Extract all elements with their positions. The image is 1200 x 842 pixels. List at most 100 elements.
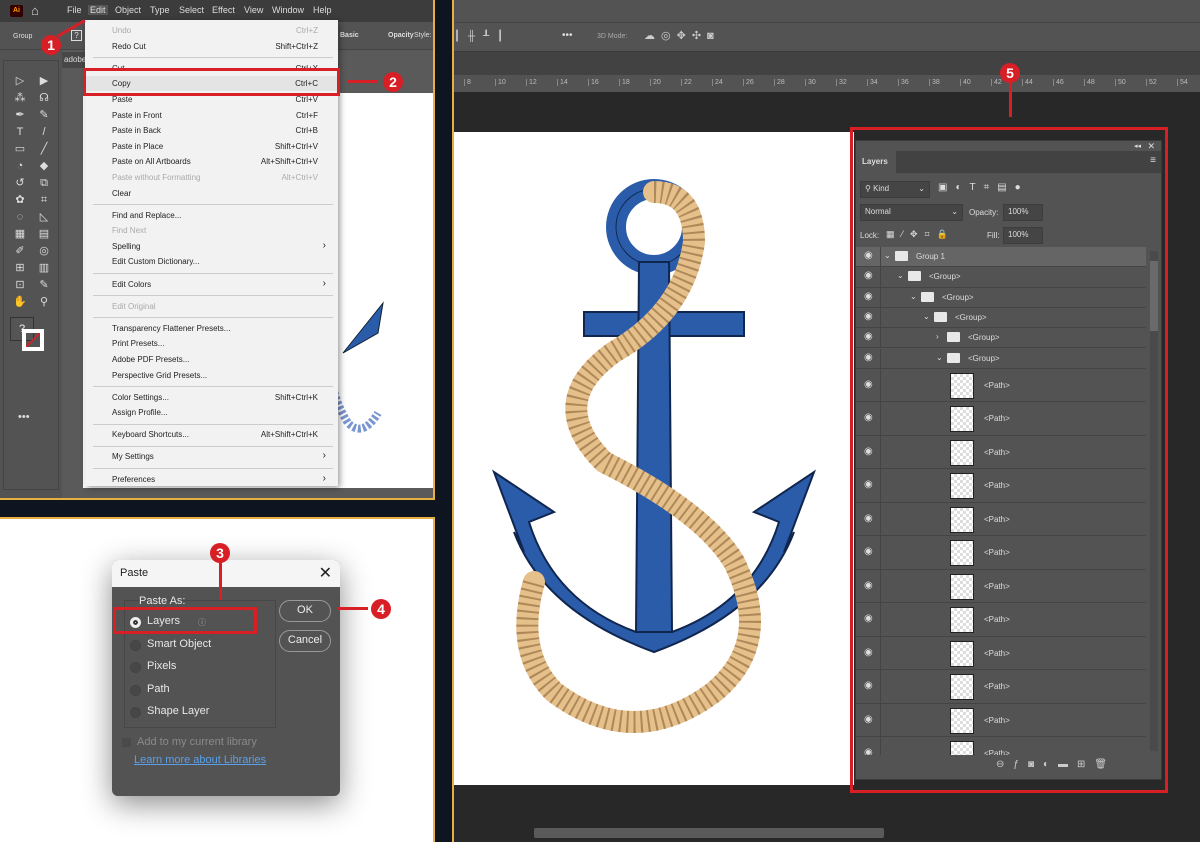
ruler-tick: 34 bbox=[867, 79, 878, 86]
symbol-sprayer-tool-icon[interactable]: ⊞ bbox=[12, 260, 28, 276]
menu-item-paste-in-back[interactable]: Paste in Back Ctrl+B bbox=[85, 123, 338, 138]
horizontal-scrollbar[interactable] bbox=[534, 828, 884, 838]
pen-tool-icon[interactable]: ✒ bbox=[12, 107, 28, 123]
menu-item-redo-cut[interactable]: Redo Cut Shift+Ctrl+Z bbox=[85, 39, 338, 54]
paintbrush-tool-icon[interactable]: ╱ bbox=[36, 141, 52, 157]
artboard-tool-icon[interactable]: ⊡ bbox=[12, 277, 28, 293]
3d-mode-icons[interactable]: ☁◎✥✣◙ bbox=[644, 29, 720, 42]
menu-item-assign-profile[interactable]: Assign Profile... bbox=[85, 405, 338, 420]
menu-type[interactable]: Type bbox=[150, 5, 170, 15]
chevron-right-icon: › bbox=[322, 450, 326, 462]
ruler-tick: 32 bbox=[836, 79, 847, 86]
menu-item-label: Assign Profile... bbox=[112, 408, 168, 418]
close-icon[interactable]: ✕ bbox=[319, 563, 332, 583]
menu-item-color-settings[interactable]: Color Settings... Shift+Ctrl+K bbox=[85, 390, 338, 405]
magic-wand-tool-icon[interactable]: ⁂ bbox=[12, 90, 28, 106]
shape-builder-tool-icon[interactable]: ◌ bbox=[12, 209, 28, 225]
menu-object[interactable]: Object bbox=[115, 5, 141, 15]
step-badge-5: 5 bbox=[1000, 63, 1020, 83]
gradient-tool-icon[interactable]: ▤ bbox=[36, 226, 52, 242]
radio-shape-layer[interactable] bbox=[130, 707, 141, 718]
libraries-link[interactable]: Learn more about Libraries bbox=[134, 754, 266, 766]
puppet-warp-tool-icon[interactable]: ✿ bbox=[12, 192, 28, 208]
menu-separator bbox=[93, 445, 333, 447]
radio-path[interactable] bbox=[130, 684, 141, 696]
edit-toolbar-icon[interactable]: ••• bbox=[18, 411, 30, 423]
eyedropper-tool-icon[interactable]: ✐ bbox=[12, 243, 28, 259]
menu-help[interactable]: Help bbox=[313, 5, 332, 15]
menu-select[interactable]: Select bbox=[179, 5, 204, 15]
menu-item-perspective-grid-presets[interactable]: Perspective Grid Presets... bbox=[85, 368, 338, 383]
menu-item-preferences[interactable]: Preferences › bbox=[85, 472, 338, 487]
menu-item-paste-in-front[interactable]: Paste in Front Ctrl+F bbox=[85, 108, 338, 123]
lasso-tool-icon[interactable]: ☊ bbox=[36, 90, 52, 106]
arrow-2 bbox=[348, 80, 378, 83]
menu-item-paste-in-place[interactable]: Paste in Place Shift+Ctrl+V bbox=[85, 139, 338, 154]
menu-item-paste-without-formatting: Paste without Formatting Alt+Ctrl+V bbox=[85, 170, 338, 185]
menu-view[interactable]: View bbox=[244, 5, 263, 15]
selection-label: Group bbox=[13, 33, 33, 40]
zoom-tool-icon[interactable]: ⚲ bbox=[36, 294, 52, 310]
selection-tool-icon[interactable]: ▷ bbox=[12, 73, 28, 89]
perspective-grid-tool-icon[interactable]: ◺ bbox=[36, 209, 52, 225]
line-tool-icon[interactable]: / bbox=[36, 124, 52, 140]
library-checkbox[interactable] bbox=[122, 738, 131, 747]
rectangle-tool-icon[interactable]: ▭ bbox=[12, 141, 28, 157]
menu-file[interactable]: File bbox=[67, 5, 82, 15]
slice-tool-icon[interactable]: ✎ bbox=[36, 277, 52, 293]
menu-item-shortcut: Shift+Ctrl+K bbox=[274, 392, 318, 402]
menu-item-print-presets[interactable]: Print Presets... bbox=[85, 336, 338, 351]
radio-smart-object[interactable] bbox=[130, 639, 141, 651]
ruler-tick: 50 bbox=[1115, 79, 1126, 86]
menu-item-edit-custom-dictionary[interactable]: Edit Custom Dictionary... bbox=[85, 254, 338, 269]
menu-item-keyboard-shortcuts[interactable]: Keyboard Shortcuts... Alt+Shift+Ctrl+K bbox=[85, 427, 338, 442]
hand-tool-icon[interactable]: ✋ bbox=[12, 294, 28, 310]
menu-item-spelling[interactable]: Spelling › bbox=[85, 239, 338, 254]
menu-window[interactable]: Window bbox=[272, 5, 304, 15]
curvature-tool-icon[interactable]: ✎ bbox=[36, 107, 52, 123]
mesh-tool-icon[interactable]: ▦ bbox=[12, 226, 28, 242]
align-icons[interactable]: ┃╫┸┃ bbox=[454, 31, 511, 42]
style-label: Style: bbox=[414, 32, 432, 39]
menu-item-edit-colors[interactable]: Edit Colors › bbox=[85, 277, 338, 292]
scale-tool-icon[interactable]: ⧉ bbox=[36, 175, 52, 191]
library-checkbox-label: Add to my current library bbox=[137, 736, 257, 748]
menu-edit[interactable]: Edit bbox=[88, 5, 108, 15]
direct-selection-tool-icon[interactable]: ▶ bbox=[36, 73, 52, 89]
shaper-tool-icon[interactable]: ◔ bbox=[12, 158, 28, 174]
more-icon[interactable]: ••• bbox=[562, 30, 573, 41]
menu-item-transparency-flattener-presets[interactable]: Transparency Flattener Presets... bbox=[85, 321, 338, 336]
stroke-swatch[interactable] bbox=[22, 329, 44, 351]
radio-label: Pixels bbox=[147, 660, 177, 672]
menu-item-adobe-pdf-presets[interactable]: Adobe PDF Presets... bbox=[85, 352, 338, 367]
ruler-tick: 42 bbox=[991, 79, 1002, 86]
menu-separator bbox=[93, 295, 333, 297]
ok-button[interactable]: OK bbox=[279, 600, 331, 622]
cancel-button[interactable]: Cancel bbox=[279, 630, 331, 652]
ruler-tick: 40 bbox=[960, 79, 971, 86]
menu-separator bbox=[93, 317, 333, 319]
menu-effect[interactable]: Effect bbox=[212, 5, 235, 15]
radio-pixels[interactable] bbox=[130, 662, 141, 673]
type-tool-icon[interactable]: T bbox=[12, 124, 28, 140]
menu-item-paste-on-all-artboards[interactable]: Paste on All Artboards Alt+Shift+Ctrl+V bbox=[85, 154, 338, 169]
menu-item-label: Paste in Place bbox=[112, 141, 164, 151]
eraser-tool-icon[interactable]: ◆ bbox=[36, 158, 52, 174]
ruler-tick: 52 bbox=[1146, 79, 1157, 86]
menu-item-find-and-replace[interactable]: Find and Replace... bbox=[85, 208, 338, 223]
chevron-right-icon: › bbox=[322, 472, 326, 484]
rotate-tool-icon[interactable]: ↺ bbox=[12, 175, 28, 191]
menu-item-shortcut: Alt+Ctrl+V bbox=[281, 172, 318, 182]
ruler-tick: 18 bbox=[619, 79, 630, 86]
help-icon[interactable]: ? bbox=[71, 30, 82, 41]
stroke-style[interactable]: Basic bbox=[340, 32, 359, 39]
menu-separator bbox=[93, 468, 333, 469]
menu-item-clear[interactable]: Clear bbox=[85, 186, 338, 201]
column-graph-tool-icon[interactable]: ▥ bbox=[36, 260, 52, 276]
blend-tool-icon[interactable]: ◎ bbox=[36, 243, 52, 259]
tools-panel: ▷▶⁂☊✒✎T/▭╱◔◆↺⧉✿⌗◌◺▦▤✐◎⊞▥⊡✎✋⚲?••• bbox=[3, 60, 59, 490]
menu-item-label: Print Presets... bbox=[112, 339, 165, 349]
home-icon[interactable]: ⌂ bbox=[31, 3, 39, 18]
menu-item-my-settings[interactable]: My Settings › bbox=[85, 449, 338, 464]
free-transform-tool-icon[interactable]: ⌗ bbox=[36, 192, 52, 208]
